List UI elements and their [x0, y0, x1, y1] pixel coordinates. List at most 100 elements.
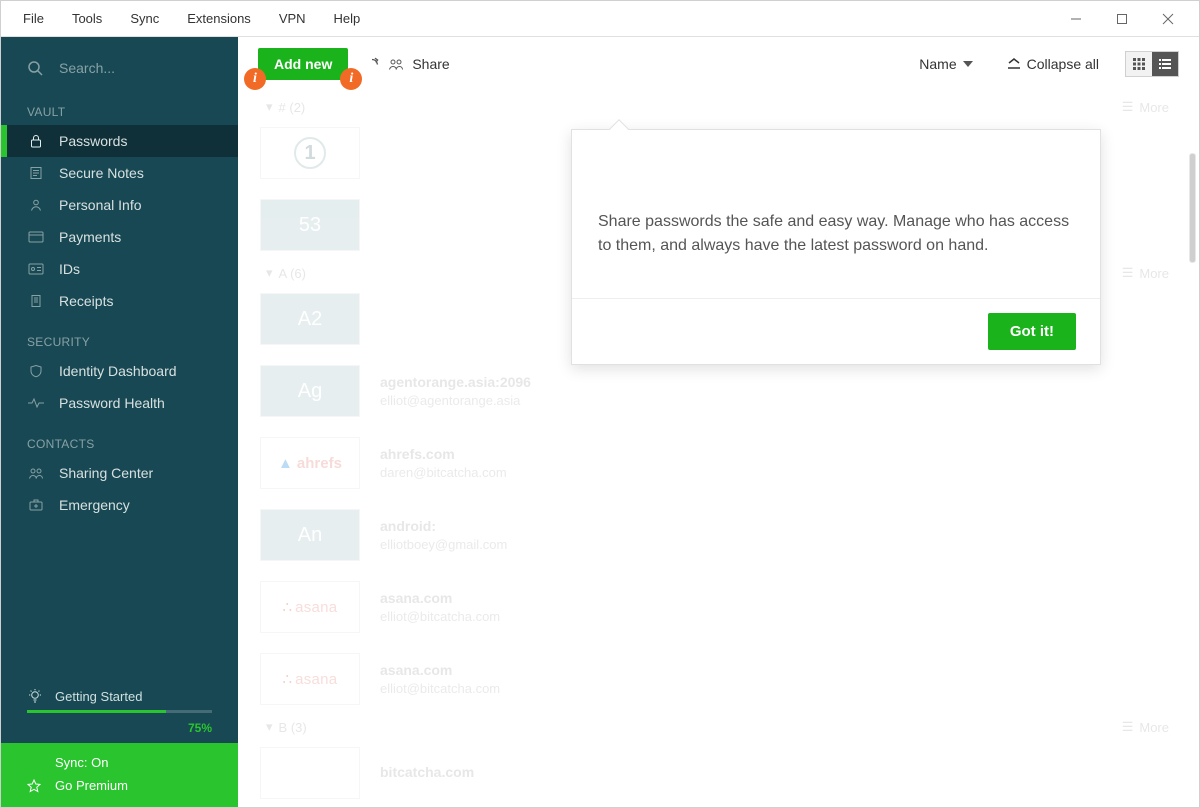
entry-thumb: [260, 747, 360, 799]
card-icon: [27, 231, 45, 243]
chevron-down-icon: [963, 60, 973, 68]
entry-username: daren@bitcatcha.com: [380, 465, 507, 480]
app-window: File Tools Sync Extensions VPN Help VAUL…: [0, 0, 1200, 808]
password-entry[interactable]: Ag agentorange.asia:2096 elliot@agentora…: [260, 359, 1199, 423]
share-icon: [27, 466, 45, 480]
password-entry[interactable]: An android: elliotboey@gmail.com: [260, 503, 1199, 567]
section-header-vault: VAULT: [1, 87, 238, 125]
more-button[interactable]: ☰More: [1122, 719, 1169, 735]
entry-thumb: Ag: [260, 365, 360, 417]
menu-sync[interactable]: Sync: [116, 1, 173, 36]
entry-title: ahrefs.com: [380, 446, 507, 462]
sidebar-item-passwords[interactable]: Passwords: [1, 125, 238, 157]
grid-view-button[interactable]: [1126, 52, 1152, 76]
password-entry[interactable]: ∴asana asana.com elliot@bitcatcha.com: [260, 575, 1199, 639]
more-button[interactable]: ☰More: [1122, 99, 1169, 115]
sidebar-item-identity-dashboard[interactable]: Identity Dashboard: [1, 355, 238, 387]
section-header-contacts: CONTACTS: [1, 419, 238, 457]
tooltip-message: Share passwords the safe and easy way. M…: [572, 130, 1100, 298]
collapse-all-button[interactable]: Collapse all: [999, 50, 1107, 78]
go-premium[interactable]: Go Premium: [27, 774, 212, 797]
menubar: File Tools Sync Extensions VPN Help: [1, 1, 1199, 37]
info-badge-addnew[interactable]: i: [244, 68, 266, 90]
got-it-button[interactable]: Got it!: [988, 313, 1076, 350]
entry-title: agentorange.asia:2096: [380, 374, 531, 390]
entry-thumb: An: [260, 509, 360, 561]
sidebar-item-label: Secure Notes: [59, 165, 144, 181]
share-arrow-icon: [366, 57, 380, 71]
section-header[interactable]: ▾# (2) ☰More: [238, 91, 1199, 121]
entry-meta: android: elliotboey@gmail.com: [380, 518, 507, 552]
collapse-label: Collapse all: [1027, 56, 1099, 72]
window-controls: [1053, 1, 1191, 36]
sidebar-item-label: Password Health: [59, 395, 165, 411]
getting-started-label: Getting Started: [55, 689, 142, 704]
sidebar-item-label: Receipts: [59, 293, 113, 309]
sidebar-item-label: Identity Dashboard: [59, 363, 177, 379]
entry-thumb: 53: [260, 199, 360, 251]
progress-percent: 75%: [188, 721, 212, 735]
firstaid-icon: [27, 499, 45, 511]
search-input[interactable]: [57, 59, 242, 77]
sidebar-item-label: Passwords: [59, 133, 127, 149]
entry-thumb: ∴asana: [260, 581, 360, 633]
search-container: [1, 37, 238, 87]
entry-username: elliot@bitcatcha.com: [380, 681, 500, 696]
collapse-icon: [1007, 58, 1021, 70]
section-label: B (3): [279, 720, 307, 735]
sidebar-item-label: Emergency: [59, 497, 130, 513]
close-button[interactable]: [1145, 1, 1191, 37]
chevron-down-icon: ▾: [266, 265, 273, 281]
add-new-label: Add new: [274, 56, 332, 72]
sidebar-item-receipts[interactable]: Receipts: [1, 285, 238, 317]
view-toggle: [1125, 51, 1179, 77]
minimize-button[interactable]: [1053, 1, 1099, 37]
password-entry[interactable]: ▲ahrefs ahrefs.com daren@bitcatcha.com: [260, 431, 1199, 495]
section-header-security: SECURITY: [1, 317, 238, 355]
sidebar-item-label: IDs: [59, 261, 80, 277]
lock-icon: [27, 134, 45, 148]
password-entry[interactable]: ∴asana asana.com elliot@bitcatcha.com: [260, 647, 1199, 711]
scrollbar[interactable]: [1184, 153, 1198, 793]
sidebar-item-secure-notes[interactable]: Secure Notes: [1, 157, 238, 189]
sidebar-item-sharing-center[interactable]: Sharing Center: [1, 457, 238, 489]
entry-meta: asana.com elliot@bitcatcha.com: [380, 590, 500, 624]
sidebar-item-password-health[interactable]: Password Health: [1, 387, 238, 419]
person-icon: [27, 198, 45, 212]
maximize-button[interactable]: [1099, 1, 1145, 37]
menu-extensions[interactable]: Extensions: [173, 1, 265, 36]
main-panel: Add new i i Share Name Collapse all: [238, 37, 1199, 807]
shield-icon: [27, 364, 45, 378]
add-new-button[interactable]: Add new i i: [258, 48, 348, 80]
progress-bar: [27, 710, 212, 713]
premium-label: Go Premium: [55, 778, 128, 793]
section-label: A (6): [279, 266, 306, 281]
info-badge-share[interactable]: i: [340, 68, 362, 90]
entry-username: elliot@agentorange.asia: [380, 393, 531, 408]
sync-status[interactable]: Sync: On: [27, 751, 212, 774]
share-button[interactable]: Share: [366, 56, 449, 72]
menu-icon: ☰: [1122, 99, 1134, 115]
menu-vpn[interactable]: VPN: [265, 1, 320, 36]
share-label: Share: [412, 56, 449, 72]
menu-help[interactable]: Help: [320, 1, 375, 36]
menu-tools[interactable]: Tools: [58, 1, 116, 36]
list-view-button[interactable]: [1152, 52, 1178, 76]
entry-thumb: ∴asana: [260, 653, 360, 705]
share-tooltip: Share passwords the safe and easy way. M…: [571, 129, 1101, 365]
receipt-icon: [27, 294, 45, 308]
sidebar-item-label: Payments: [59, 229, 121, 245]
section-header[interactable]: ▾ B (3) ☰More: [238, 711, 1199, 741]
sidebar-item-personal-info[interactable]: Personal Info: [1, 189, 238, 221]
password-entry[interactable]: bitcatcha.com: [260, 741, 1199, 805]
sidebar-item-payments[interactable]: Payments: [1, 221, 238, 253]
more-button[interactable]: ☰More: [1122, 265, 1169, 281]
entry-title: android:: [380, 518, 507, 534]
sort-dropdown[interactable]: Name: [911, 50, 980, 78]
sidebar-item-ids[interactable]: IDs: [1, 253, 238, 285]
chevron-down-icon: ▾: [266, 719, 273, 735]
getting-started[interactable]: Getting Started 75%: [1, 678, 238, 743]
sidebar-item-emergency[interactable]: Emergency: [1, 489, 238, 521]
entry-meta: ahrefs.com daren@bitcatcha.com: [380, 446, 507, 480]
menu-file[interactable]: File: [9, 1, 58, 36]
